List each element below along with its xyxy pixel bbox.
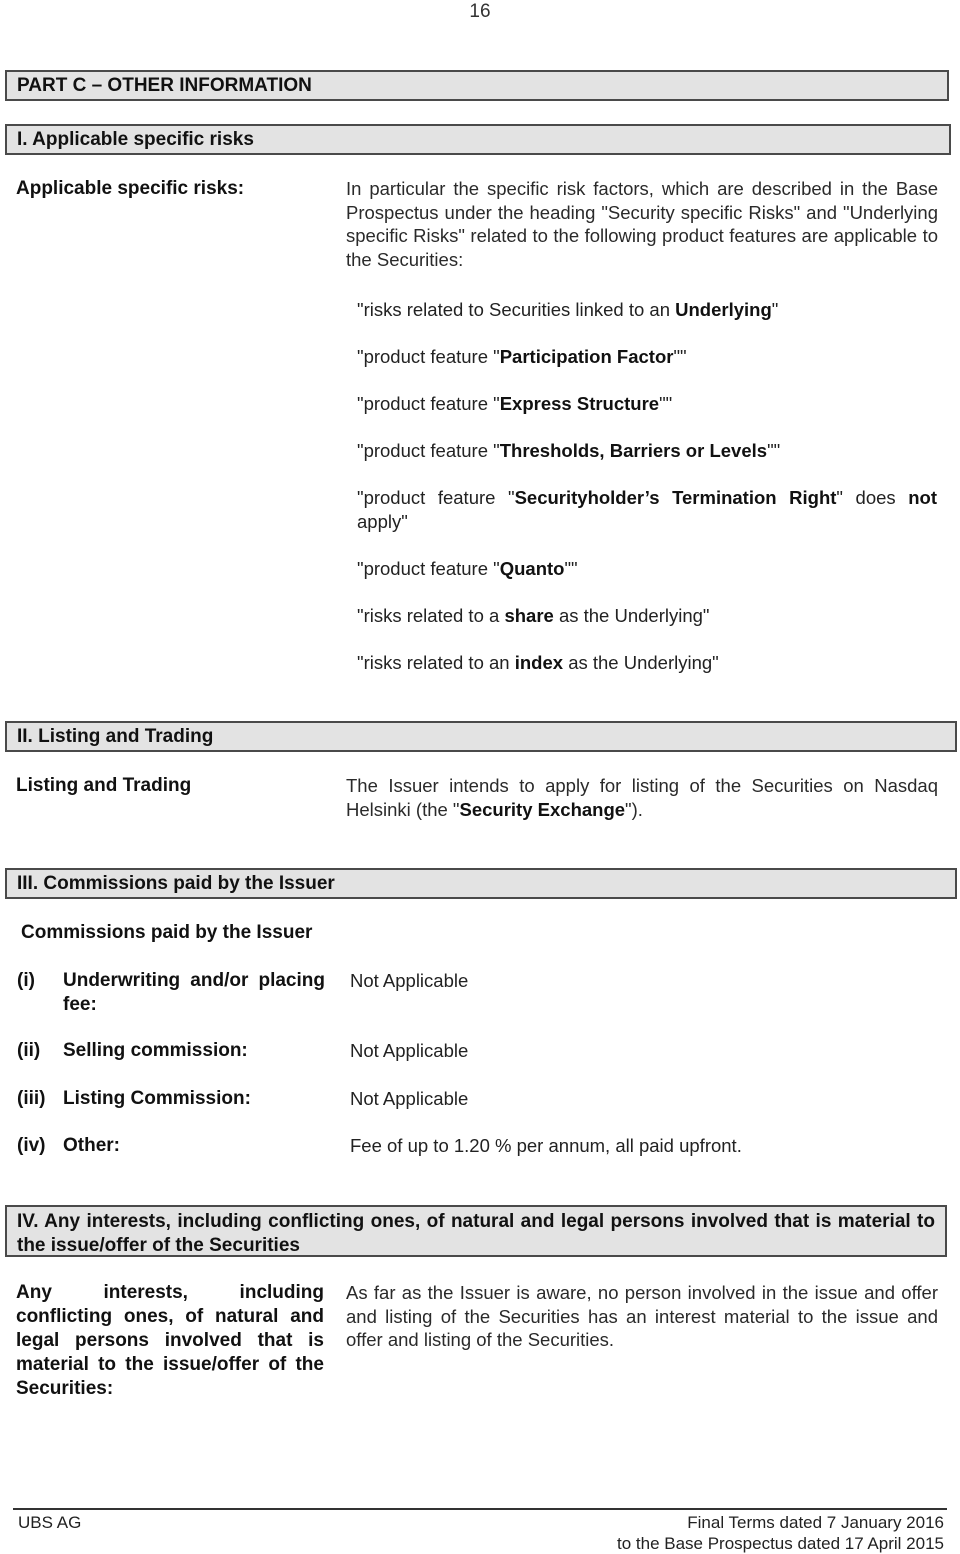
risk-item-text: "risks related to a <box>357 605 505 626</box>
risk-item-bold: Thresholds, Barriers or Levels <box>499 440 768 461</box>
risk-item-text: "" <box>673 346 687 367</box>
security-exchange-term: Security Exchange <box>459 798 626 820</box>
risk-item: "risks related to Securities linked to a… <box>357 298 937 322</box>
risks-intro: In particular the specific risk factors,… <box>346 178 938 270</box>
commission-number: (iv) <box>17 1135 46 1156</box>
interests-label: Any interests, including conflicting one… <box>16 1282 324 1399</box>
risk-item-bold: Quanto <box>499 558 565 579</box>
risk-item-text: as the Underlying" <box>553 605 710 626</box>
section-heading-commissions: III. Commissions paid by the Issuer <box>5 868 957 899</box>
risk-item-bold: index <box>514 652 564 673</box>
risk-item-text: " <box>771 299 779 320</box>
risk-item: "product feature "Thresholds, Barriers o… <box>357 439 937 463</box>
commission-value: Not Applicable <box>350 1040 469 1061</box>
part-heading: PART C – OTHER INFORMATION <box>5 70 949 101</box>
section-heading-listing: II. Listing and Trading <box>5 721 957 752</box>
footer-base-prospectus-date: to the Base Prospectus dated 17 April 20… <box>616 1534 944 1553</box>
risk-item-text: "" <box>564 558 578 579</box>
commission-number: (ii) <box>17 1040 41 1061</box>
section-heading-interests-text: IV. Any interests, including conflicting… <box>17 1211 935 1256</box>
risk-item-bold: Securityholder’s Termination Right <box>514 487 837 508</box>
risk-item-bold: Participation Factor <box>499 346 674 367</box>
risk-item-text: "" <box>767 440 781 461</box>
risk-item-bold: Underlying <box>675 299 772 320</box>
listing-text-part: "). <box>625 798 643 820</box>
commission-value: Not Applicable <box>350 1088 469 1109</box>
risk-item-text: "risks related to an <box>357 652 515 673</box>
risk-item-bold: share <box>504 605 554 626</box>
footer-dates: Final Terms dated 7 January 2016 to the … <box>617 1512 944 1554</box>
risk-item-text: "product feature " <box>357 346 500 367</box>
risk-item: "risks related to a share as the Underly… <box>357 604 937 628</box>
risk-item-text: apply" <box>357 510 408 532</box>
risk-item: "product feature "Participation Factor"" <box>357 345 937 369</box>
listing-label: Listing and Trading <box>16 775 192 796</box>
risk-item: "product feature "Quanto"" <box>357 557 937 581</box>
risk-item-bold: Express Structure <box>499 393 660 414</box>
commission-number: (iii) <box>17 1088 46 1109</box>
part-heading-text: PART C – OTHER INFORMATION <box>17 74 312 96</box>
risk-item-text: "" <box>659 393 673 414</box>
commission-label: Underwriting and/or placing fee: <box>63 970 325 1015</box>
commission-number: (i) <box>17 970 35 991</box>
commission-label: Selling commission: <box>63 1040 248 1061</box>
risk-item-bold: not <box>908 487 937 508</box>
section-heading-interests: IV. Any interests, including conflicting… <box>5 1205 947 1257</box>
risk-item-text: "product feature " <box>357 440 500 461</box>
section-heading-listing-text: II. Listing and Trading <box>17 725 214 747</box>
commission-label: Listing Commission: <box>63 1088 251 1109</box>
risk-item: "product feature "Securityholder’s Termi… <box>357 486 937 533</box>
commission-value: Fee of up to 1.20 % per annum, all paid … <box>350 1135 742 1156</box>
page-number: 16 <box>469 1 491 22</box>
risk-item-text: as the Underlying" <box>563 652 719 673</box>
risk-item: "product feature "Express Structure"" <box>357 392 937 416</box>
risk-item-text: " does <box>836 487 909 508</box>
section-heading-risks: I. Applicable specific risks <box>5 124 951 155</box>
risk-item-text: "product feature " <box>357 487 515 508</box>
footer-final-terms-date: Final Terms dated 7 January 2016 <box>687 1513 944 1532</box>
footer-divider <box>13 1508 947 1510</box>
section-heading-risks-text: I. Applicable specific risks <box>17 128 254 150</box>
risk-item-text: "risks related to Securities linked to a… <box>357 299 676 320</box>
commission-value: Not Applicable <box>350 970 469 991</box>
risk-item: "risks related to an index as the Underl… <box>357 651 937 675</box>
risk-item-text: "product feature " <box>357 393 500 414</box>
commissions-subheading: Commissions paid by the Issuer <box>21 922 313 943</box>
footer-issuer: UBS AG <box>18 1513 82 1532</box>
listing-text: The Issuer intends to apply for listing … <box>346 774 938 821</box>
risk-item-text: "product feature " <box>357 558 500 579</box>
section-heading-commissions-text: III. Commissions paid by the Issuer <box>17 872 335 894</box>
interests-text: As far as the Issuer is aware, no person… <box>346 1282 938 1350</box>
risks-label: Applicable specific risks: <box>16 178 245 199</box>
commission-label: Other: <box>63 1135 120 1156</box>
